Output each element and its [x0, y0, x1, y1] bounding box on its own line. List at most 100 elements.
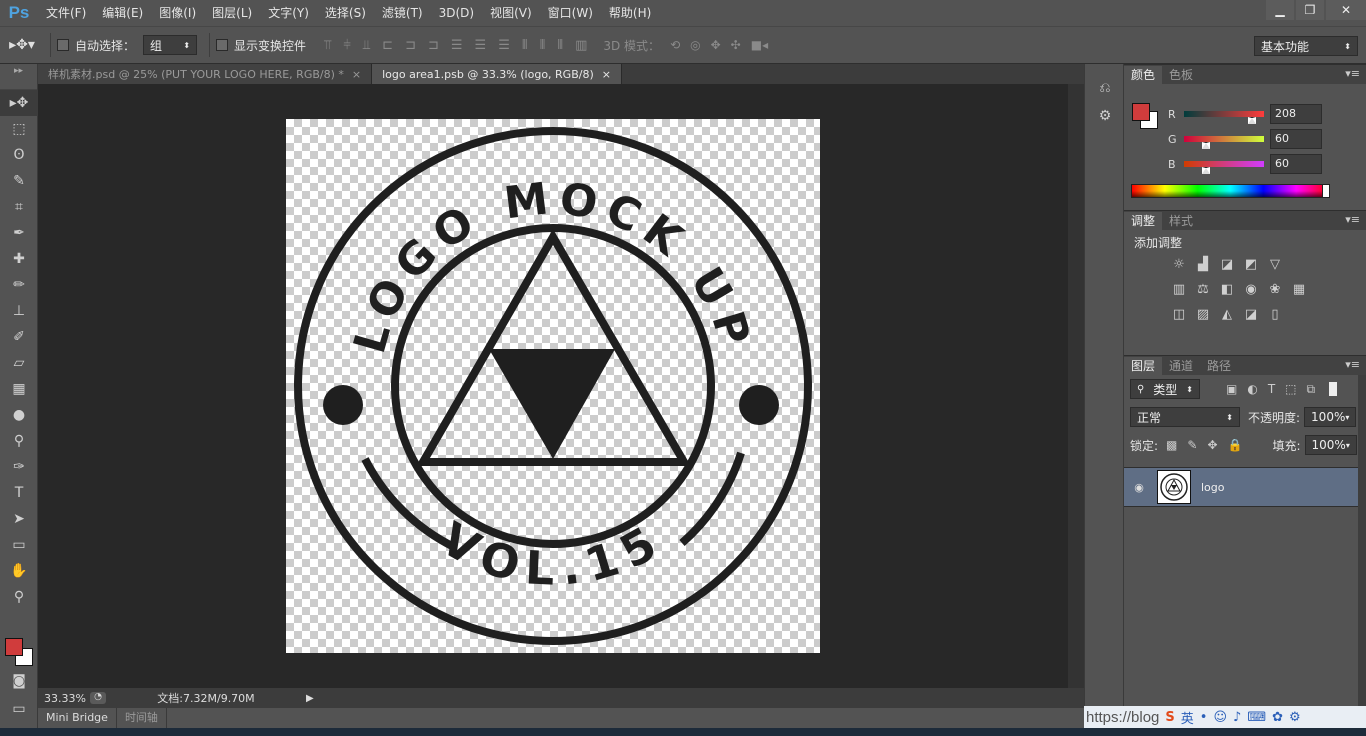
minimize-button[interactable]: ▁	[1266, 0, 1294, 20]
photo-filter-icon[interactable]: ◉	[1242, 281, 1260, 297]
visibility-eye-icon[interactable]: ◉	[1124, 481, 1154, 494]
tab-channels[interactable]: 通道	[1162, 357, 1200, 375]
history-brush-tool-icon[interactable]: ✐	[0, 324, 38, 350]
rectangle-tool-icon[interactable]: ▭	[0, 532, 38, 558]
menu-view[interactable]: 视图(V)	[482, 0, 540, 26]
screen-mode-icon[interactable]: ▭	[0, 696, 38, 722]
gradient-tool-icon[interactable]: ▦	[0, 376, 38, 402]
clone-stamp-tool-icon[interactable]: ⊥	[0, 298, 38, 324]
curves-icon[interactable]: ◪	[1218, 256, 1236, 272]
slide-3d-icon[interactable]: ✣	[731, 38, 741, 52]
exposure-icon[interactable]: ◩	[1242, 256, 1260, 272]
zoom-level[interactable]: 33.33%	[38, 692, 90, 705]
layer-name[interactable]: logo	[1201, 481, 1225, 494]
red-slider-thumb[interactable]	[1248, 117, 1257, 124]
panel-menu-icon[interactable]: ▾≡	[1345, 358, 1360, 371]
red-value-field[interactable]: 208	[1270, 104, 1322, 124]
lock-position-icon[interactable]: ✥	[1207, 438, 1217, 452]
blue-slider[interactable]	[1184, 161, 1264, 174]
tab-color[interactable]: 颜色	[1124, 66, 1163, 84]
ime-english-icon[interactable]: 英	[1181, 708, 1194, 727]
menu-layer[interactable]: 图层(L)	[204, 0, 260, 26]
menu-file[interactable]: 文件(F)	[38, 0, 94, 26]
marquee-tool-icon[interactable]: ⬚	[0, 116, 38, 142]
crop-tool-icon[interactable]: ⌗	[0, 194, 38, 220]
layers-scrollbar[interactable]	[1358, 375, 1366, 736]
auto-select-dropdown[interactable]: 组 ⬍	[143, 35, 198, 55]
blue-slider-thumb[interactable]	[1201, 167, 1210, 174]
tab-logo-area-psb[interactable]: logo area1.psb @ 33.3% (logo, RGB/8) ×	[372, 64, 622, 84]
history-panel-icon[interactable]: ⎌	[1085, 74, 1125, 102]
panel-grip[interactable]: ▸▸	[0, 64, 37, 90]
align-left-icon[interactable]: ⊏	[382, 38, 393, 53]
foreground-color-swatch[interactable]	[5, 638, 23, 656]
levels-icon[interactable]: ▟	[1194, 256, 1212, 272]
document-canvas[interactable]: LOGO MOCK UP VOL.15	[286, 119, 820, 653]
filter-type-icon[interactable]: T	[1268, 382, 1275, 397]
align-top-icon[interactable]: ⫪	[324, 38, 331, 53]
layer-filter-dropdown[interactable]: ⚲ 类型 ⬍	[1130, 379, 1200, 399]
panel-menu-icon[interactable]: ▾≡	[1345, 67, 1360, 80]
rotate-3d-icon[interactable]: ⟲	[670, 38, 680, 52]
menu-type[interactable]: 文字(Y)	[260, 0, 317, 26]
show-transform-checkbox[interactable]	[216, 39, 229, 51]
menu-filter[interactable]: 滤镜(T)	[374, 0, 431, 26]
filter-adjustment-icon[interactable]: ◐	[1247, 382, 1257, 397]
selective-color-icon[interactable]: ◪	[1242, 306, 1260, 322]
red-slider[interactable]	[1184, 111, 1264, 124]
menu-select[interactable]: 选择(S)	[317, 0, 374, 26]
ime-skin-icon[interactable]: ✿	[1272, 710, 1283, 725]
filter-smart-object-icon[interactable]: ⧉	[1307, 382, 1316, 397]
filter-toggle[interactable]	[1329, 382, 1338, 396]
filter-shape-icon[interactable]: ⬚	[1285, 382, 1296, 397]
lock-all-icon[interactable]: 🔒	[1228, 438, 1243, 452]
status-menu-icon[interactable]: ◔	[90, 692, 106, 704]
ime-voice-icon[interactable]: ♪	[1233, 710, 1241, 725]
posterize-icon[interactable]: ▨	[1194, 306, 1212, 322]
quick-mask-icon[interactable]: ◙	[0, 668, 38, 694]
ime-emoji-icon[interactable]: ☺	[1213, 710, 1227, 725]
distribute-bottom-icon[interactable]: ☰	[498, 38, 510, 53]
ime-keyboard-icon[interactable]: ⌨	[1247, 710, 1266, 725]
pen-tool-icon[interactable]: ✑	[0, 454, 38, 480]
distribute-right-icon[interactable]: ⦀	[557, 38, 563, 53]
close-icon[interactable]: ×	[602, 68, 611, 81]
menu-image[interactable]: 图像(I)	[151, 0, 204, 26]
zoom-tool-icon[interactable]: ⚲	[0, 584, 38, 610]
tab-timeline[interactable]: 时间轴	[117, 708, 167, 728]
invert-icon[interactable]: ◫	[1170, 306, 1188, 322]
drag-3d-icon[interactable]: ✥	[711, 38, 721, 52]
path-select-tool-icon[interactable]: ➤	[0, 506, 38, 532]
auto-align-icon[interactable]: ▥	[575, 38, 587, 53]
fg-color-chip[interactable]	[1132, 103, 1150, 121]
tab-paths[interactable]: 路径	[1200, 357, 1238, 375]
properties-panel-icon[interactable]: ⚙	[1085, 102, 1125, 130]
tab-mockup-psd[interactable]: 样机素材.psd @ 25% (PUT YOUR LOGO HERE, RGB/…	[38, 64, 373, 84]
blend-mode-dropdown[interactable]: 正常 ⬍	[1130, 407, 1240, 427]
move-tool-icon[interactable]: ▸✥	[0, 90, 38, 116]
tab-swatches[interactable]: 色板	[1162, 66, 1200, 84]
fill-field[interactable]: 100% ▾	[1304, 435, 1357, 455]
tab-adjustments[interactable]: 调整	[1124, 212, 1163, 230]
channel-mixer-icon[interactable]: ❀	[1266, 281, 1284, 297]
gradient-map-icon[interactable]: ▯	[1266, 306, 1284, 322]
ime-punct-icon[interactable]: •	[1200, 710, 1208, 725]
filter-pixel-icon[interactable]: ▣	[1226, 382, 1237, 397]
tab-mini-bridge[interactable]: Mini Bridge	[38, 708, 117, 728]
roll-3d-icon[interactable]: ◎	[690, 38, 700, 52]
menu-edit[interactable]: 编辑(E)	[94, 0, 151, 26]
sogou-ime-icon[interactable]: S	[1165, 710, 1174, 725]
align-hcenter-icon[interactable]: ⊐	[405, 38, 416, 53]
vibrance-icon[interactable]: ▽	[1266, 256, 1284, 272]
healing-brush-tool-icon[interactable]: ✚	[0, 246, 38, 272]
threshold-icon[interactable]: ◭	[1218, 306, 1236, 322]
lasso-tool-icon[interactable]: ʘ	[0, 142, 38, 168]
green-value-field[interactable]: 60	[1270, 129, 1322, 149]
spectrum-white-chip[interactable]	[1322, 184, 1330, 198]
blue-value-field[interactable]: 60	[1270, 154, 1322, 174]
close-icon[interactable]: ×	[352, 68, 361, 81]
canvas-vertical-scrollbar[interactable]	[1068, 84, 1084, 688]
tab-layers[interactable]: 图层	[1124, 357, 1163, 375]
black-white-icon[interactable]: ◧	[1218, 281, 1236, 297]
opacity-field[interactable]: 100% ▾	[1304, 407, 1357, 427]
